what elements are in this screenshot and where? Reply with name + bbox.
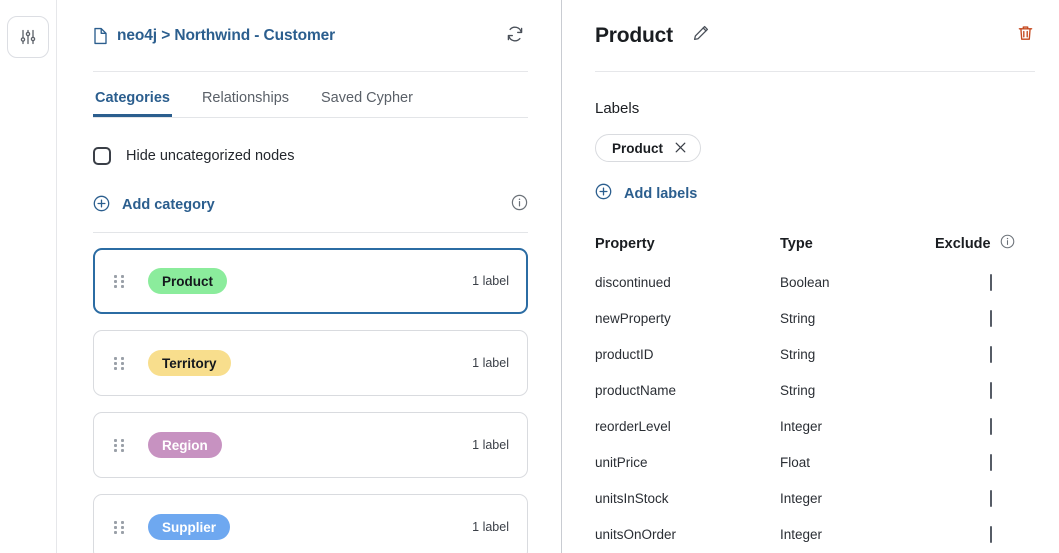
add-category-label: Add category [122,197,215,213]
sliders-icon [18,27,38,47]
exclude-checkbox[interactable] [990,310,992,327]
refresh-icon [505,24,525,47]
categories-panel-header: neo4j > Northwind - Customer [93,0,528,72]
category-chip: Product [148,268,227,294]
table-row: discontinued Boolean [595,264,1035,300]
property-type: String [780,336,935,372]
exclude-checkbox[interactable] [990,346,992,363]
category-card-product[interactable]: Product 1 label [93,248,528,314]
tab-categories[interactable]: Categories [93,90,172,117]
exclude-checkbox[interactable] [990,490,992,507]
table-row: unitsOnOrder Integer [595,516,1035,552]
category-chip: Region [148,432,222,458]
exclude-checkbox[interactable] [990,526,992,543]
refresh-button[interactable] [502,23,528,49]
category-card-region[interactable]: Region 1 label [93,412,528,478]
column-header-property: Property [595,234,780,264]
property-type: Float [780,444,935,480]
category-label-count: 1 label [472,356,509,370]
table-row: reorderLevel Integer [595,408,1035,444]
property-type: Integer [780,516,935,552]
hide-uncategorized-checkbox[interactable] [93,147,111,165]
category-list: Product 1 label Territory 1 label Region… [93,248,528,553]
category-label-count: 1 label [472,520,509,534]
label-chip-text: Product [612,141,663,156]
panel-tabs: Categories Relationships Saved Cypher [93,90,528,118]
category-label-count: 1 label [472,274,509,288]
hide-uncategorized-label: Hide uncategorized nodes [126,148,294,164]
hide-uncategorized-row[interactable]: Hide uncategorized nodes [93,147,528,165]
property-type: String [780,372,935,408]
property-name: unitsOnOrder [595,516,780,552]
table-row: newProperty String [595,300,1035,336]
drag-handle-icon[interactable] [114,357,125,370]
add-labels-label: Add labels [624,186,697,202]
property-name: productName [595,372,780,408]
property-name: productID [595,336,780,372]
property-type: Integer [780,480,935,516]
plus-circle-icon [93,195,110,216]
property-name: reorderLevel [595,408,780,444]
categories-panel: neo4j > Northwind - Customer [57,0,562,553]
property-type: String [780,300,935,336]
exclude-checkbox[interactable] [990,454,992,471]
tab-saved-cypher-label: Saved Cypher [321,90,413,106]
trash-icon[interactable] [1016,24,1035,48]
tab-categories-label: Categories [95,90,170,106]
exclude-checkbox[interactable] [990,418,992,435]
table-row: unitPrice Float [595,444,1035,480]
properties-table-body: discontinued Boolean newProperty String … [595,264,1035,552]
properties-table: Property Type Exclude [595,234,1035,552]
category-chip: Supplier [148,514,230,540]
add-category-button[interactable]: Add category [93,195,215,216]
property-name: unitsInStock [595,480,780,516]
table-row: unitsInStock Integer [595,480,1035,516]
table-row: productID String [595,336,1035,372]
tab-saved-cypher[interactable]: Saved Cypher [319,90,415,117]
drag-handle-icon[interactable] [114,439,125,452]
property-name: newProperty [595,300,780,336]
breadcrumb[interactable]: neo4j > Northwind - Customer [93,27,335,45]
left-icon-rail [0,0,57,553]
properties-table-header-row: Property Type Exclude [595,234,1035,264]
breadcrumb-text: neo4j > Northwind - Customer [117,27,335,45]
category-chip: Territory [148,350,231,376]
label-chip-product[interactable]: Product [595,134,701,162]
tab-relationships-label: Relationships [202,90,289,106]
app-root: neo4j > Northwind - Customer [0,0,1059,553]
property-type: Boolean [780,264,935,300]
add-labels-button[interactable]: Add labels [595,183,697,204]
exclude-checkbox[interactable] [990,382,992,399]
info-icon[interactable] [511,194,528,216]
document-icon [93,27,108,45]
label-chip-row: Product [595,134,1035,162]
property-name: discontinued [595,264,780,300]
category-card-territory[interactable]: Territory 1 label [93,330,528,396]
tab-relationships[interactable]: Relationships [200,90,291,117]
property-type: Integer [780,408,935,444]
page-title: Product [595,24,673,48]
sliders-settings-button[interactable] [7,16,49,58]
info-icon[interactable] [1000,234,1015,253]
pencil-icon[interactable] [692,24,710,47]
column-header-exclude-label: Exclude [935,236,991,252]
category-card-supplier[interactable]: Supplier 1 label [93,494,528,553]
column-header-type: Type [780,234,935,264]
exclude-checkbox[interactable] [990,274,992,291]
details-panel: Product Labels Produc [562,0,1059,553]
property-name: unitPrice [595,444,780,480]
column-header-exclude: Exclude [935,234,1035,264]
drag-handle-icon[interactable] [114,275,125,288]
category-label-count: 1 label [472,438,509,452]
close-icon[interactable] [675,141,686,156]
details-header: Product [595,0,1035,72]
table-row: productName String [595,372,1035,408]
plus-circle-icon [595,183,612,204]
drag-handle-icon[interactable] [114,521,125,534]
labels-heading: Labels [595,100,1035,117]
add-category-row: Add category [93,194,528,233]
